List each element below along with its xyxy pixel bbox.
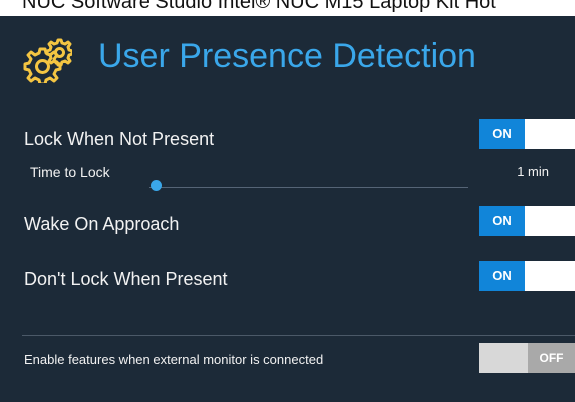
window-title-bar: NUC Software Studio Intel® NUC M15 Lapto… [0,0,575,16]
user-presence-detection-panel: User Presence Detection Lock When Not Pr… [0,16,575,402]
dont-lock-when-present-label: Don't Lock When Present [24,269,228,289]
lock-when-not-present-toggle[interactable]: ON [479,119,575,149]
header: User Presence Detection [0,16,575,100]
toggle-state-label: OFF [528,343,575,373]
toggle-state-label: ON [479,206,525,236]
time-to-lock-slider-track[interactable] [149,187,468,188]
wake-on-approach-toggle[interactable]: ON [479,206,575,236]
wake-on-approach-label: Wake On Approach [24,214,180,234]
time-to-lock-slider-thumb[interactable] [151,180,162,191]
time-to-lock-label: Time to Lock [30,164,110,180]
gear-icon [23,38,72,83]
external-monitor-toggle[interactable]: OFF [479,343,575,373]
toggle-state-label: ON [479,261,525,291]
page-title: User Presence Detection [98,37,476,75]
settings-divider [22,335,575,336]
external-monitor-label: Enable features when external monitor is… [24,352,324,367]
toggle-state-label: ON [479,119,525,149]
lock-when-not-present-label: Lock When Not Present [24,129,215,149]
dont-lock-when-present-toggle[interactable]: ON [479,261,575,291]
window-title: NUC Software Studio Intel® NUC M15 Lapto… [22,0,496,13]
time-to-lock-value: 1 min [517,164,549,179]
